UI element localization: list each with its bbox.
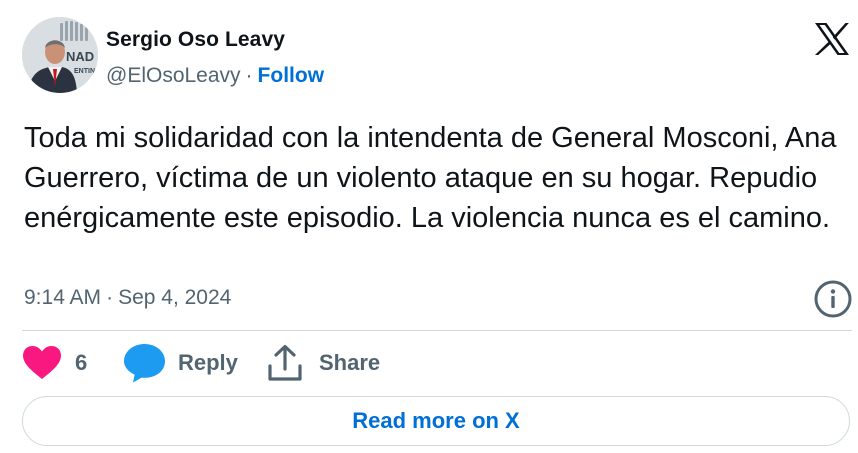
tweet-embed-card: NAD ENTIN Sergio Oso Leavy @ElOsoLeavy · F… — [0, 0, 858, 453]
read-more-label: Read more on X — [352, 408, 520, 433]
info-icon[interactable] — [813, 279, 853, 319]
follow-button[interactable]: Follow — [258, 64, 325, 87]
author-display-name[interactable]: Sergio Oso Leavy — [106, 28, 285, 52]
x-logo-icon[interactable] — [814, 22, 850, 56]
tweet-timestamp[interactable]: 9:14 AM · Sep 4, 2024 — [24, 286, 231, 310]
share-label: Share — [319, 350, 381, 375]
share-button[interactable]: Share — [267, 343, 380, 383]
reply-label: Reply — [178, 350, 238, 375]
reply-button[interactable]: Reply — [123, 343, 238, 383]
avatar-backdrop-text: NAD — [66, 49, 94, 64]
author-handle-row: @ElOsoLeavy · Follow — [106, 64, 324, 88]
like-count: 6 — [75, 350, 88, 375]
tweet-text: Toda mi solidaridad con la intendenta de… — [24, 122, 837, 234]
read-more-button[interactable]: Read more on X — [22, 396, 850, 446]
separator-dot: · — [245, 64, 253, 87]
tweet-time[interactable]: 9:14 AM — [24, 286, 101, 309]
avatar-backdrop-subtext: ENTIN — [74, 68, 95, 75]
divider — [22, 330, 852, 331]
like-button[interactable]: 6 — [22, 343, 87, 383]
reply-bubble-icon — [124, 344, 165, 383]
author-handle[interactable]: @ElOsoLeavy — [106, 64, 241, 87]
avatar-photo: NAD ENTIN — [22, 17, 98, 93]
separator-dot: · — [106, 286, 114, 309]
tweet-date[interactable]: Sep 4, 2024 — [118, 286, 231, 309]
heart-icon — [23, 346, 61, 379]
avatar[interactable]: NAD ENTIN — [22, 17, 98, 93]
share-icon — [268, 344, 302, 381]
